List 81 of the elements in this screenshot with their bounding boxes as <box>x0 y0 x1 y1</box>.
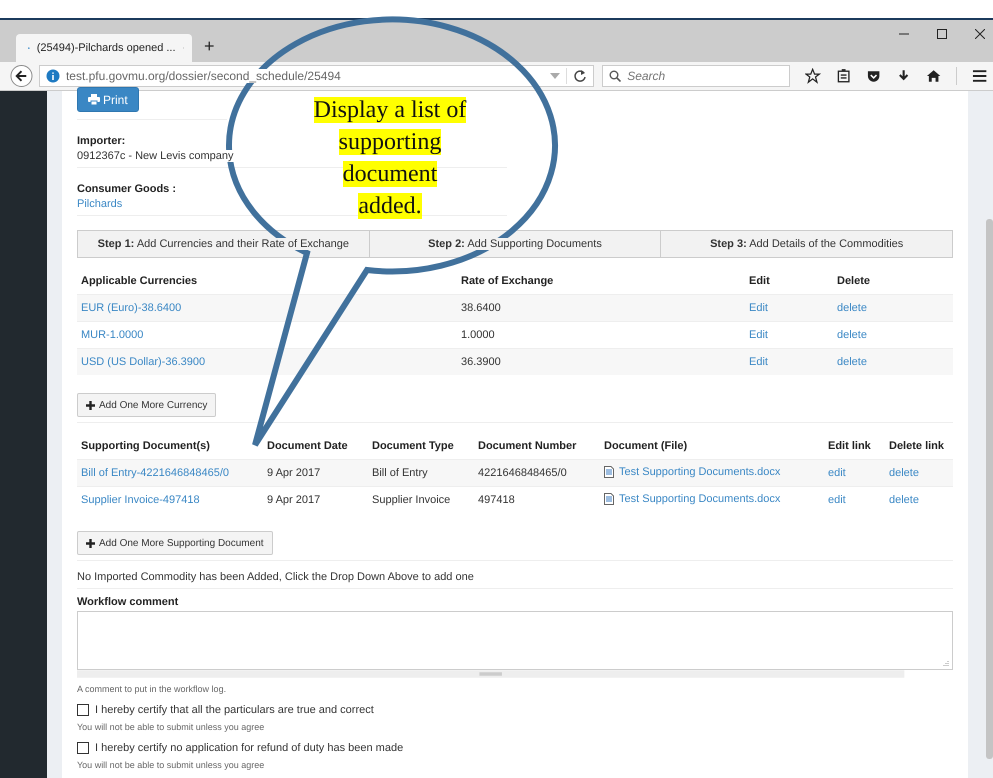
table-cell: 9 Apr 2017 <box>263 486 368 513</box>
tab-title: (25494)-Pilchards opened ... <box>36 42 176 54</box>
document-icon <box>604 466 614 478</box>
search-input[interactable]: Search <box>627 69 778 83</box>
row-link[interactable]: Supplier Invoice-497418 <box>81 494 200 506</box>
browser-tab[interactable]: (25494)-Pilchards opened ... <box>16 34 192 62</box>
maximize-icon[interactable] <box>937 29 947 39</box>
table-cell: Supplier Invoice <box>368 486 474 513</box>
edit-link[interactable]: edit <box>828 467 846 479</box>
back-icon[interactable] <box>10 64 33 88</box>
table-cell: 36.3900 <box>457 348 745 375</box>
search-field[interactable]: Search <box>602 65 790 87</box>
checkbox-label: I hereby certify no application for refund of duty has been made <box>95 742 404 754</box>
comment-field[interactable] <box>77 611 953 670</box>
field-label: Consumer Goods : <box>77 183 176 195</box>
column-header: Edit <box>745 268 833 294</box>
info-icon <box>46 69 60 83</box>
add-currency-button[interactable]: Add One More Currency <box>77 393 216 417</box>
delete-link[interactable]: delete <box>837 329 867 341</box>
new-tab-button[interactable]: + <box>204 36 215 57</box>
clipboard-icon[interactable] <box>836 68 851 84</box>
row-link[interactable]: EUR (Euro)-38.6400 <box>81 302 182 314</box>
scrollbar-thumb[interactable] <box>986 219 993 759</box>
edit-link[interactable]: Edit <box>749 329 768 341</box>
plus-icon <box>86 538 95 548</box>
column-header: Edit link <box>824 433 885 460</box>
notice-text: No Imported Commodity has been Added, Click the Drop Down Above to add one <box>77 571 474 583</box>
column-header: Delete <box>833 268 953 294</box>
help-text: A comment to put in the workflow log. <box>77 684 228 694</box>
consumer-goods-link[interactable]: Pilchards <box>77 198 122 210</box>
resize-grip-icon[interactable] <box>943 660 949 666</box>
pocket-icon[interactable] <box>866 68 882 84</box>
column-header: Document Date <box>263 433 368 460</box>
print-button[interactable]: Print <box>77 87 139 112</box>
field-label: Importer: <box>77 135 126 147</box>
address-bar[interactable]: test.pfu.govmu.org/dossier/second_schedule/25494 <box>38 65 594 87</box>
checkbox[interactable] <box>77 742 89 754</box>
table-cell: 497418 <box>474 486 600 513</box>
column-header: Delete link <box>885 433 953 460</box>
row-link[interactable]: USD (US Dollar)-36.3900 <box>81 356 206 368</box>
column-header: Supporting Document(s) <box>77 433 263 460</box>
help-text: You will not be able to submit unless you agree <box>77 722 266 732</box>
table-cell: 38.6400 <box>457 294 745 322</box>
url-text: test.pfu.govmu.org/dossier/second_schedule/25494 <box>66 69 341 83</box>
help-text: You will not be able to submit unless you agree <box>77 760 266 770</box>
edit-link[interactable]: Edit <box>749 302 768 314</box>
printer-icon <box>88 94 100 105</box>
search-icon <box>609 70 622 82</box>
home-icon[interactable] <box>926 68 942 84</box>
callout-text: supporting <box>338 129 442 155</box>
column-header: Document Type <box>368 433 474 460</box>
delete-link[interactable]: delete <box>889 467 919 479</box>
checkbox[interactable] <box>77 704 89 716</box>
plus-icon <box>86 400 95 410</box>
add-document-button[interactable]: Add One More Supporting Document <box>77 531 273 555</box>
star-icon[interactable] <box>805 68 821 84</box>
checkbox-label: I hereby certify that all the particulars are true and correct <box>95 704 374 716</box>
callout-text: added. <box>358 193 422 219</box>
edit-link[interactable]: Edit <box>749 356 768 368</box>
table-cell: 9 Apr 2017 <box>263 460 368 486</box>
reload-icon[interactable] <box>573 69 588 83</box>
delete-link[interactable]: delete <box>837 356 867 368</box>
table-cell: Bill of Entry <box>368 460 474 486</box>
column-header: Document Number <box>474 433 600 460</box>
document-icon <box>604 492 614 504</box>
step-tab[interactable]: Step 1: Add Currencies and their Rate of Exchange <box>78 231 369 257</box>
step-tab[interactable]: Step 2: Add Supporting Documents <box>368 231 660 257</box>
importer-value: 0912367c - New Levis company <box>77 150 234 162</box>
menu-icon[interactable] <box>972 68 987 84</box>
row-link[interactable]: MUR-1.0000 <box>81 329 144 341</box>
column-header: Document (File) <box>600 433 824 460</box>
column-header: Applicable Currencies <box>77 268 457 294</box>
edit-link[interactable]: edit <box>828 494 846 506</box>
close-icon[interactable] <box>975 29 985 39</box>
delete-link[interactable]: delete <box>837 302 867 314</box>
field-label: Workflow comment <box>77 596 178 608</box>
file-link[interactable]: Test Supporting Documents.docx <box>604 492 780 504</box>
delete-link[interactable]: delete <box>889 494 919 506</box>
column-header: Rate of Exchange <box>457 268 745 294</box>
step-tab[interactable]: Step 3: Add Details of the Commodities <box>660 231 952 257</box>
table-cell: 4221646848465/0 <box>474 460 600 486</box>
